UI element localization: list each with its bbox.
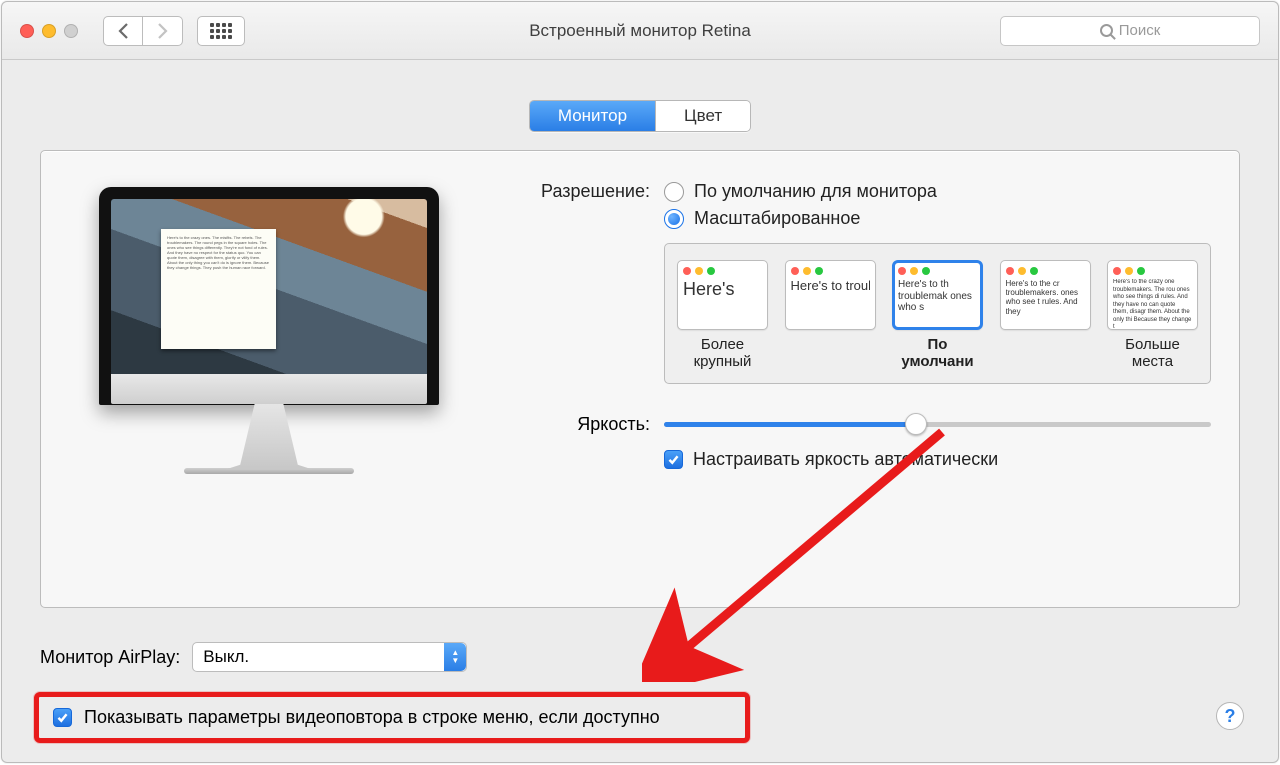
settings-column: Разрешение: По умолчанию для монитора Ма…	[509, 181, 1211, 573]
tabs: Монитор Цвет	[2, 100, 1278, 132]
slider-knob-icon	[905, 413, 927, 435]
auto-brightness-checkbox[interactable]: Настраивать яркость автоматически	[664, 449, 1211, 470]
help-button[interactable]: ?	[1216, 702, 1244, 730]
brightness-slider[interactable]	[664, 422, 1211, 427]
nav-group	[103, 16, 183, 46]
back-button[interactable]	[103, 16, 143, 46]
mirroring-checkbox-highlight: Показывать параметры видеоповтора в стро…	[34, 692, 750, 743]
mirroring-label: Показывать параметры видеоповтора в стро…	[84, 707, 660, 728]
resolution-card-4[interactable]: Here's to the cr troublemakers. ones who…	[1000, 260, 1091, 371]
grid-icon	[210, 23, 232, 39]
help-icon: ?	[1225, 706, 1236, 727]
preferences-window: Встроенный монитор Retina Поиск Монитор …	[1, 1, 1279, 763]
resolution-card-morespace[interactable]: Here's to the crazy one troublemakers. T…	[1107, 260, 1198, 371]
main-panel: Here's to the crazy ones. The misfits. T…	[40, 150, 1240, 608]
select-stepper-icon: ▲▼	[444, 643, 466, 671]
titlebar: Встроенный монитор Retina Поиск	[2, 2, 1278, 60]
chevron-left-icon	[118, 23, 129, 39]
resolution-default-label: По умолчанию для монитора	[694, 181, 937, 202]
airplay-select[interactable]: Выкл. ▲▼	[192, 642, 467, 672]
airplay-row: Монитор AirPlay: Выкл. ▲▼	[40, 642, 467, 672]
show-all-button[interactable]	[197, 16, 245, 46]
close-icon[interactable]	[20, 24, 34, 38]
tab-color[interactable]: Цвет	[655, 101, 750, 131]
radio-checked-icon	[664, 209, 684, 229]
resolution-label: Разрешение:	[509, 181, 664, 202]
forward-button[interactable]	[143, 16, 183, 46]
airplay-value: Выкл.	[203, 647, 249, 667]
resolution-card-default[interactable]: Here's to th troublemak ones who s По ум…	[892, 260, 983, 371]
mirroring-checkbox[interactable]	[53, 708, 72, 727]
auto-brightness-label: Настраивать яркость автоматически	[693, 449, 998, 470]
resolution-card-2[interactable]: Here's to troublem	[785, 260, 876, 371]
radio-icon	[664, 182, 684, 202]
resolution-card-larger[interactable]: Here's Более крупный	[677, 260, 768, 371]
search-placeholder: Поиск	[1119, 22, 1161, 39]
preview-note-icon: Here's to the crazy ones. The misfits. T…	[161, 229, 276, 349]
resolution-scaled-label: Масштабированное	[694, 208, 860, 229]
search-input[interactable]: Поиск	[1000, 16, 1260, 46]
display-preview: Here's to the crazy ones. The misfits. T…	[69, 187, 469, 573]
resolution-default-radio[interactable]: По умолчанию для монитора	[664, 181, 1211, 202]
airplay-label: Монитор AirPlay:	[40, 647, 180, 668]
tab-display[interactable]: Монитор	[530, 101, 655, 131]
checkbox-checked-icon	[664, 450, 683, 469]
resolution-options: Here's Более крупный Here's to troublem …	[664, 243, 1211, 384]
brightness-label: Яркость:	[509, 414, 664, 435]
window-controls	[20, 24, 78, 38]
resolution-scaled-radio[interactable]: Масштабированное	[664, 208, 1211, 229]
chevron-right-icon	[157, 23, 168, 39]
minimize-icon[interactable]	[42, 24, 56, 38]
zoom-icon[interactable]	[64, 24, 78, 38]
search-icon	[1100, 24, 1113, 37]
